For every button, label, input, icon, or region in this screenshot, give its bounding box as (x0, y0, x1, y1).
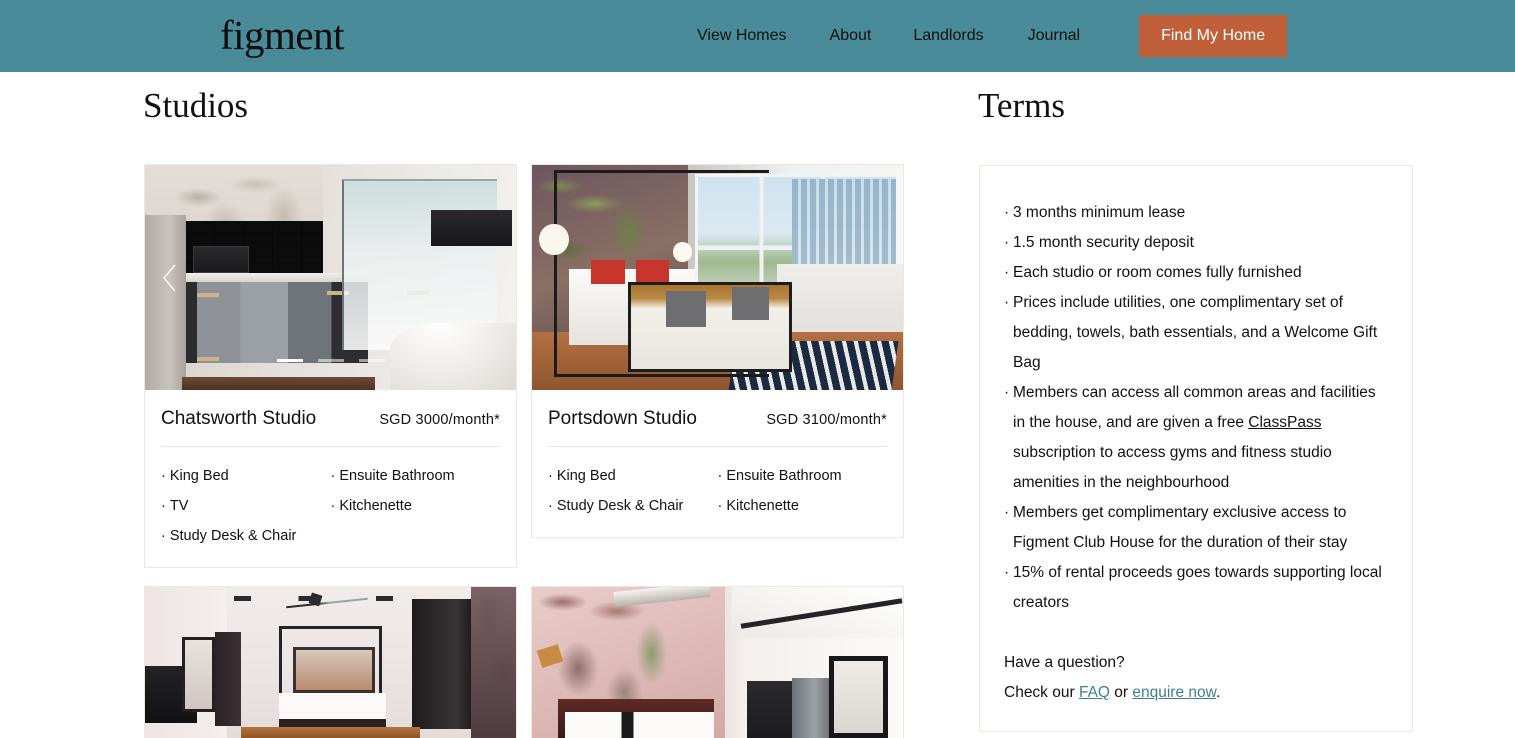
divider (548, 446, 887, 447)
enquire-now-link[interactable]: enquire now (1132, 684, 1216, 701)
listing-photo-third[interactable] (144, 586, 517, 738)
main-navigation: View Homes About Landlords Journal Find … (660, 0, 1288, 72)
listing-photo-fourth[interactable] (531, 586, 904, 738)
feature-item: · Study Desk & Chair (161, 521, 331, 551)
bullet-icon: · (1004, 564, 1010, 581)
classpass-link[interactable]: ClassPass (1248, 414, 1321, 431)
term-item: · Prices include utilities, one complime… (1004, 288, 1382, 378)
question-block: Have a question? Check our FAQ or enquir… (1004, 648, 1382, 708)
feature-item: · Kitchenette (718, 491, 888, 521)
term-item: · 1.5 month security deposit (1004, 228, 1382, 258)
feature-item: · Study Desk & Chair (548, 491, 718, 521)
term-text: 1.5 month security deposit (1013, 234, 1194, 251)
check-prefix: Check our (1004, 684, 1079, 701)
listing-row-1: Chatsworth Studio SGD 3000/month* · King … (144, 164, 904, 568)
carousel-dot-3[interactable] (358, 359, 385, 362)
term-item: · 3 months minimum lease (1004, 198, 1382, 228)
listing-details-portsdown: Portsdown Studio SGD 3100/month* · King B… (532, 390, 903, 537)
bullet-icon: · (161, 528, 166, 544)
nav-item-landlords[interactable]: Landlords (913, 27, 983, 45)
listing-details-chatsworth: Chatsworth Studio SGD 3000/month* · King … (145, 390, 516, 567)
feature-column-right: · Ensuite Bathroom · Kitchenette (718, 461, 888, 521)
feature-label: Study Desk & Chair (169, 528, 297, 544)
site-header: figment View Homes About Landlords Journ… (0, 0, 1515, 72)
listing-name: Portsdown Studio (548, 408, 697, 429)
feature-label: King Bed (169, 468, 229, 484)
faq-link[interactable]: FAQ (1079, 684, 1110, 701)
bullet-icon: · (548, 468, 553, 484)
term-text: Members get complimentary exclusive acce… (1013, 504, 1348, 551)
feature-label: Study Desk & Chair (556, 498, 684, 514)
feature-label: Ensuite Bathroom (726, 468, 842, 484)
nav-item-journal[interactable]: Journal (1028, 27, 1080, 45)
feature-label: Ensuite Bathroom (339, 468, 455, 484)
term-text: 3 months minimum lease (1013, 204, 1186, 221)
terms-panel: · 3 months minimum lease · 1.5 month sec… (979, 165, 1413, 732)
listing-row-2 (144, 586, 904, 738)
term-text: Prices include utilities, one compliment… (1013, 294, 1378, 371)
bullet-icon: · (1004, 234, 1010, 251)
feature-item: · Ensuite Bathroom (718, 461, 888, 491)
term-text: 15% of rental proceeds goes towards supp… (1013, 564, 1382, 611)
brand-logo[interactable]: figment (220, 9, 345, 62)
listing-price: SGD 3100/month* (766, 412, 887, 428)
bullet-icon: · (1004, 204, 1010, 221)
term-text: Each studio or room comes fully furnishe… (1013, 264, 1302, 281)
bullet-icon: · (1004, 504, 1010, 521)
or-text: or (1109, 684, 1133, 701)
listing-card-chatsworth[interactable]: Chatsworth Studio SGD 3000/month* · King … (144, 164, 517, 568)
feature-label: TV (169, 498, 189, 514)
nav-item-view-homes[interactable]: View Homes (697, 27, 787, 45)
studios-section-title: Studios (143, 86, 249, 125)
feature-column-left: · King Bed · TV · Study Desk & Chair (161, 461, 331, 551)
carousel-dot-2[interactable] (317, 359, 344, 362)
listing-header: Portsdown Studio SGD 3100/month* (548, 408, 887, 430)
feature-label: King Bed (556, 468, 616, 484)
term-text-after: subscription to access gyms and fitness … (1013, 444, 1332, 491)
listing-card-portsdown[interactable]: Portsdown Studio SGD 3100/month* · King B… (531, 164, 904, 538)
page-root: figment View Homes About Landlords Journ… (0, 0, 1515, 738)
feature-item: · King Bed (548, 461, 718, 491)
term-item: · 15% of rental proceeds goes towards su… (1004, 558, 1382, 618)
term-item: · Members get complimentary exclusive ac… (1004, 498, 1382, 558)
carousel-dot-1[interactable] (276, 359, 303, 362)
term-item-classpass: · Members can access all common areas an… (1004, 378, 1382, 498)
chevron-left-icon[interactable] (161, 263, 179, 293)
bullet-icon: · (161, 468, 166, 484)
listing-header: Chatsworth Studio SGD 3000/month* (161, 408, 500, 430)
bullet-icon: · (330, 498, 336, 514)
question-heading: Have a question? (1004, 654, 1125, 671)
period: . (1215, 684, 1221, 701)
listing-photo-portsdown[interactable] (532, 165, 903, 390)
feature-item: · Ensuite Bathroom (331, 461, 501, 491)
listing-name: Chatsworth Studio (161, 408, 317, 429)
feature-item: · TV (161, 491, 331, 521)
find-my-home-button[interactable]: Find My Home (1139, 15, 1288, 57)
bullet-icon: · (717, 468, 723, 484)
feature-item: · Kitchenette (331, 491, 501, 521)
listing-features: · King Bed · Study Desk & Chair · Ensuite B… (548, 461, 887, 521)
listing-features: · King Bed · TV · Study Desk & Chair · Ensui… (161, 461, 500, 551)
feature-column-left: · King Bed · Study Desk & Chair (548, 461, 718, 521)
feature-column-right: · Ensuite Bathroom · Kitchenette (331, 461, 501, 551)
bullet-icon: · (548, 498, 553, 514)
question-line: Check our FAQ or enquire now. (1004, 678, 1382, 708)
bullet-icon: · (1004, 384, 1010, 401)
bullet-icon: · (717, 498, 723, 514)
bullet-icon: · (161, 498, 166, 514)
listing-photo-chatsworth[interactable] (145, 165, 516, 390)
bullet-icon: · (330, 468, 336, 484)
bullet-icon: · (1004, 264, 1010, 281)
listing-price: SGD 3000/month* (379, 412, 500, 428)
bullet-icon: · (1004, 294, 1010, 311)
divider (161, 446, 500, 447)
feature-item: · King Bed (161, 461, 331, 491)
term-item: · Each studio or room comes fully furnis… (1004, 258, 1382, 288)
carousel-indicators (276, 359, 385, 362)
feature-label: Kitchenette (339, 498, 412, 514)
terms-section-title: Terms (978, 86, 1065, 125)
studio-listings: Chatsworth Studio SGD 3000/month* · King … (144, 164, 904, 738)
feature-label: Kitchenette (726, 498, 799, 514)
nav-item-about[interactable]: About (830, 27, 872, 45)
